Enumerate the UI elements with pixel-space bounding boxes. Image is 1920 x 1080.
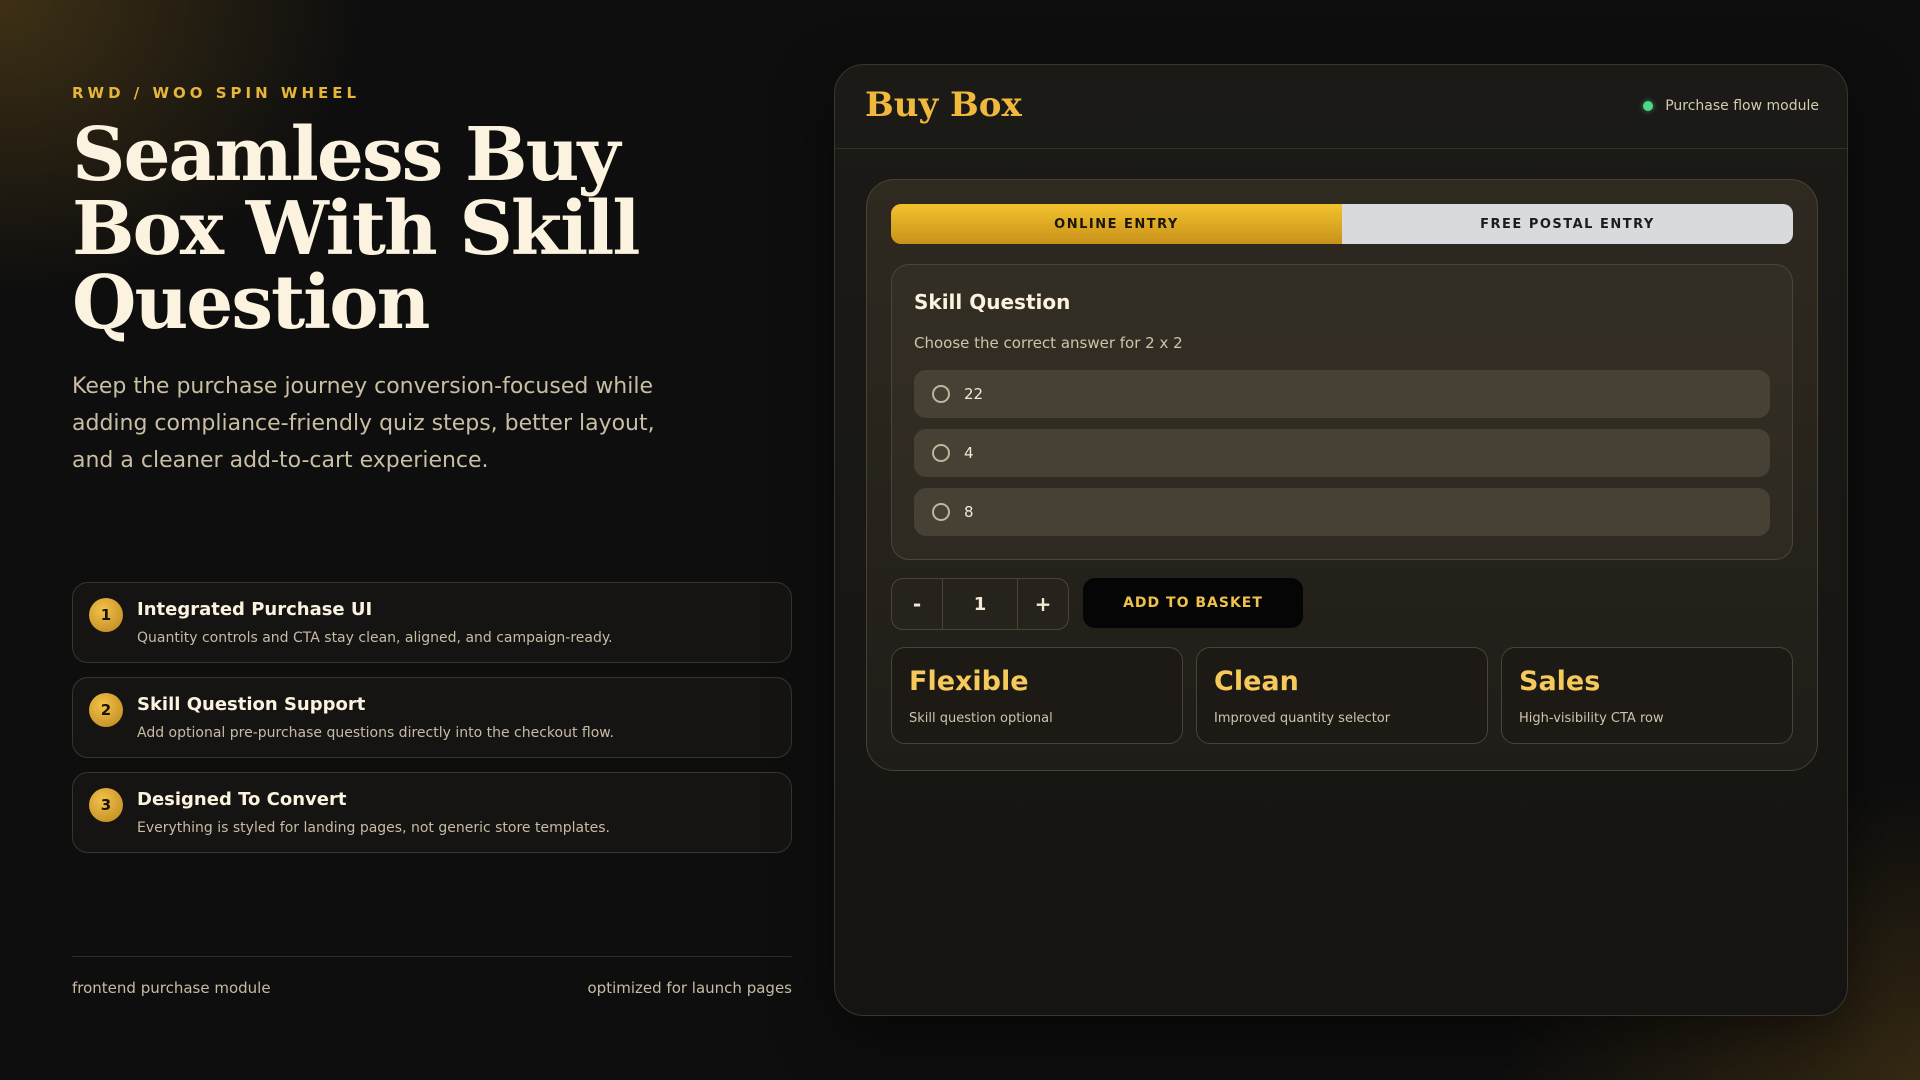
feature-title: Skill Question Support [137,694,366,715]
benefit-card-title: Flexible [909,666,1029,697]
hero-title: Seamless Buy Box With Skill Question [72,112,641,346]
add-to-basket-button[interactable]: ADD TO BASKET [1083,578,1303,628]
feature-item: 1 Integrated Purchase UI Quantity contro… [72,582,792,663]
answer-option[interactable]: 22 [914,370,1770,418]
tab-free-postal-entry[interactable]: FREE POSTAL ENTRY [1342,204,1793,244]
footer-right-text: optimized for launch pages [587,979,793,997]
benefit-card-description: High-visibility CTA row [1519,711,1664,726]
eyebrow-label: RWD / WOO SPIN WHEEL [72,84,361,102]
benefit-card-description: Improved quantity selector [1214,711,1391,726]
footer-divider [72,956,792,957]
feature-number-badge: 1 [89,598,123,632]
feature-title: Integrated Purchase UI [137,599,373,620]
benefit-card-title: Clean [1214,666,1299,697]
answer-option-label: 22 [964,385,984,403]
answer-options: 22 4 8 [914,370,1770,547]
benefit-card: Flexible Skill question optional [891,647,1183,744]
feature-description: Add optional pre-purchase questions dire… [137,725,614,741]
benefit-cards: Flexible Skill question optional Clean I… [891,647,1793,744]
benefit-card-title: Sales [1519,666,1601,697]
feature-description: Quantity controls and CTA stay clean, al… [137,630,613,646]
status-label: Purchase flow module [1665,98,1819,114]
status-dot-icon [1643,101,1654,111]
answer-option[interactable]: 4 [914,429,1770,477]
answer-option-label: 8 [964,503,974,521]
footer-left-text: frontend purchase module [72,979,271,997]
quantity-increase-button[interactable]: + [1018,579,1068,629]
quantity-decrease-button[interactable]: - [892,579,942,629]
feature-title: Designed To Convert [137,789,347,810]
hero-section: RWD / WOO SPIN WHEEL Seamless Buy Box Wi… [72,0,792,1080]
feature-list: 1 Integrated Purchase UI Quantity contro… [72,582,792,867]
answer-option[interactable]: 8 [914,488,1770,536]
benefit-card: Clean Improved quantity selector [1196,647,1488,744]
quantity-stepper: - 1 + [891,578,1069,630]
answer-option-label: 4 [964,444,974,462]
skill-question-box: Skill Question Choose the correct answer… [891,264,1793,560]
feature-item: 3 Designed To Convert Everything is styl… [72,772,792,853]
radio-icon[interactable] [932,444,950,462]
hero-description: Keep the purchase journey conversion-foc… [72,374,655,473]
entry-tabs: ONLINE ENTRY FREE POSTAL ENTRY [891,204,1793,244]
feature-number-badge: 3 [89,788,123,822]
tab-online-entry[interactable]: ONLINE ENTRY [891,204,1342,244]
skill-question-text: Choose the correct answer for 2 x 2 [914,334,1183,352]
benefit-card: Sales High-visibility CTA row [1501,647,1793,744]
feature-description: Everything is styled for landing pages, … [137,820,610,836]
quantity-input[interactable]: 1 [942,579,1018,629]
feature-item: 2 Skill Question Support Add optional pr… [72,677,792,758]
feature-number-badge: 2 [89,693,123,727]
buy-box-card: ONLINE ENTRY FREE POSTAL ENTRY Skill Que… [866,179,1818,771]
buy-box-panel: Buy Box Purchase flow module ONLINE ENTR… [834,64,1848,1016]
panel-title: Buy Box [865,85,1022,125]
benefit-card-description: Skill question optional [909,711,1053,726]
status-indicator: Purchase flow module [1643,98,1819,114]
radio-icon[interactable] [932,385,950,403]
radio-icon[interactable] [932,503,950,521]
skill-question-title: Skill Question [914,290,1071,314]
panel-header: Buy Box Purchase flow module [835,65,1847,149]
